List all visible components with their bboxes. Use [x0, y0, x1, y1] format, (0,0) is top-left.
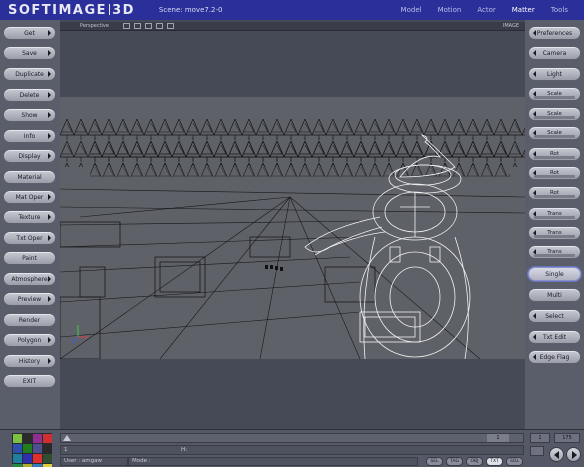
range-end-field[interactable]: 175 — [554, 433, 580, 443]
step-field[interactable] — [530, 446, 544, 456]
save-button[interactable]: Save — [3, 46, 56, 60]
preview-button[interactable]: Preview — [3, 292, 56, 306]
module-tab-actor[interactable]: Actor — [469, 6, 503, 14]
sol-pill[interactable]: SOL — [506, 457, 523, 466]
right-menu-panel: Preferences Camera Light Scale Scale Sca… — [525, 20, 584, 429]
module-tabs: Model Motion Actor Matter Tools — [393, 0, 576, 20]
scene-name: Scene: move7.2-0 — [158, 6, 223, 14]
rot-x-button[interactable]: Rot — [528, 147, 581, 161]
module-tab-model[interactable]: Model — [393, 6, 430, 14]
camera-button[interactable]: Camera — [528, 46, 581, 60]
viewport-right-label: IMAGE — [502, 23, 519, 29]
sel-pill[interactable]: SEL — [426, 457, 443, 466]
viewport-mode-icon[interactable] — [166, 23, 174, 29]
rot-z-button[interactable]: Rot — [528, 186, 581, 200]
viewport-label: Perspective — [80, 23, 109, 29]
timeline-slider[interactable]: 1 — [60, 433, 524, 443]
color-swatch[interactable] — [23, 434, 32, 443]
chevron-left-icon — [554, 451, 559, 459]
wireframe-scene — [60, 97, 525, 359]
trans-z-button[interactable]: Trans — [528, 245, 581, 259]
color-swatch[interactable] — [13, 444, 22, 453]
app-logo: SOFTIMAGE 3D — [8, 2, 135, 18]
color-swatch[interactable] — [13, 454, 22, 463]
timeline-bar: 1 1 H: User : amgaw Mode : SEL TAG OBJ T… — [0, 429, 584, 467]
texture-button[interactable]: Texture — [3, 210, 56, 224]
current-frame-field[interactable]: 1 — [487, 434, 509, 442]
edge-flag-button[interactable]: Edge Flag — [528, 350, 581, 364]
mode-field: Mode : — [128, 457, 418, 466]
show-button[interactable]: Show — [3, 108, 56, 122]
preferences-button[interactable]: Preferences — [528, 26, 581, 40]
scale-x-button[interactable]: Scale — [528, 87, 581, 101]
viewport-mode-icon[interactable] — [122, 23, 130, 29]
frame-h-label: H: — [181, 447, 187, 453]
scale-z-button[interactable]: Scale — [528, 126, 581, 140]
title-bar: SOFTIMAGE 3D Scene: move7.2-0 Model Motio… — [0, 0, 584, 20]
scale-y-button[interactable]: Scale — [528, 107, 581, 121]
obj-pill[interactable]: OBJ — [466, 457, 483, 466]
history-button[interactable]: History — [3, 354, 56, 368]
module-tab-motion[interactable]: Motion — [430, 6, 470, 14]
3d-viewport[interactable] — [60, 97, 525, 359]
txt-oper-button[interactable]: Txt Oper — [3, 231, 56, 245]
display-button[interactable]: Display — [3, 149, 56, 163]
select-button[interactable]: Select — [528, 309, 581, 323]
next-frame-button[interactable] — [566, 447, 581, 462]
chevron-right-icon — [572, 451, 577, 459]
module-tab-matter[interactable]: Matter — [504, 6, 543, 14]
info-button[interactable]: Info — [3, 129, 56, 143]
duplicate-button[interactable]: Duplicate — [3, 67, 56, 81]
single-button[interactable]: Single — [528, 267, 581, 281]
txt-edit-button[interactable]: Txt Edit — [528, 330, 581, 344]
left-menu-panel: Get Save Duplicate Delete Show Info Disp… — [0, 20, 60, 429]
color-palette[interactable] — [12, 433, 52, 467]
softimage-app: SOFTIMAGE 3D Scene: move7.2-0 Model Motio… — [0, 0, 584, 467]
trans-x-button[interactable]: Trans — [528, 207, 581, 221]
get-button[interactable]: Get — [3, 26, 56, 40]
color-swatch[interactable] — [43, 434, 52, 443]
color-swatch[interactable] — [43, 444, 52, 453]
viewport-header: Perspective IMAGE — [60, 22, 525, 31]
color-swatch[interactable] — [23, 454, 32, 463]
viewport-mode-icon[interactable] — [144, 23, 152, 29]
user-field: User : amgaw — [60, 457, 128, 466]
rot-y-button[interactable]: Rot — [528, 166, 581, 180]
exit-button[interactable]: EXIT — [3, 374, 56, 388]
range-start-field[interactable]: 1 — [530, 433, 550, 443]
render-button[interactable]: Render — [3, 313, 56, 327]
module-tab-tools[interactable]: Tools — [543, 6, 576, 14]
color-swatch[interactable] — [43, 454, 52, 463]
viewport-mode-icon[interactable] — [155, 23, 163, 29]
material-button[interactable]: Material — [3, 170, 56, 184]
color-swatch[interactable] — [23, 444, 32, 453]
multi-button[interactable]: Multi — [528, 288, 581, 302]
current-frame-marker[interactable] — [63, 435, 71, 441]
atmosphere-button[interactable]: Atmosphere — [3, 272, 56, 286]
color-swatch[interactable] — [33, 434, 42, 443]
txt-pill[interactable]: TXT — [486, 457, 503, 466]
polygon-button[interactable]: Polygon — [3, 333, 56, 347]
mat-oper-button[interactable]: Mat Oper — [3, 190, 56, 204]
delete-button[interactable]: Delete — [3, 88, 56, 102]
light-button[interactable]: Light — [528, 67, 581, 81]
frame-start-label: 1 — [64, 447, 68, 453]
paint-button[interactable]: Paint — [3, 251, 56, 265]
color-swatch[interactable] — [33, 454, 42, 463]
color-swatch[interactable] — [13, 434, 22, 443]
timeline-info-row: 1 H: — [60, 445, 524, 455]
tag-pill[interactable]: TAG — [446, 457, 463, 466]
color-swatch[interactable] — [33, 444, 42, 453]
viewport-mode-icon[interactable] — [133, 23, 141, 29]
trans-y-button[interactable]: Trans — [528, 226, 581, 240]
status-row: User : amgaw Mode : — [60, 457, 418, 466]
prev-frame-button[interactable] — [549, 447, 564, 462]
